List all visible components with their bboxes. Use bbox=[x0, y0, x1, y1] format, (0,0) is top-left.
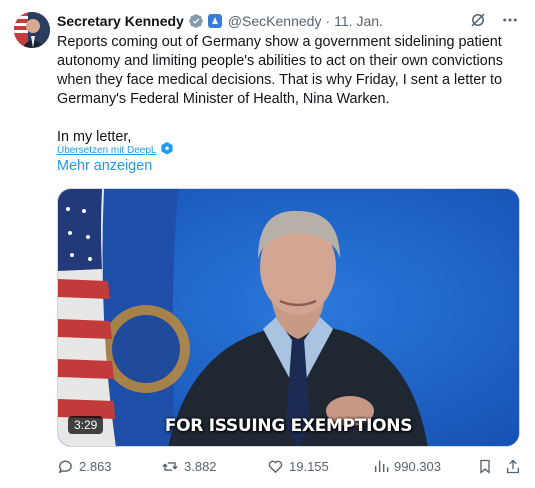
verified-badge-icon[interactable] bbox=[188, 13, 204, 29]
bookmark-icon[interactable] bbox=[477, 458, 493, 475]
share-icon[interactable] bbox=[505, 458, 521, 475]
author-handle[interactable]: @SecKennedy bbox=[228, 13, 322, 29]
post-header: Secretary Kennedy @SecKennedy · 11. Jan. bbox=[57, 11, 523, 31]
like-button[interactable]: 19.155 bbox=[267, 458, 329, 475]
reply-count: 2.863 bbox=[79, 459, 112, 474]
translate-link[interactable]: Übersetzen mit DeepL bbox=[57, 142, 173, 158]
video-caption: FOR ISSUING EXEMPTIONS bbox=[164, 416, 413, 436]
post-date[interactable]: 11. Jan. bbox=[334, 13, 383, 29]
grok-icon[interactable] bbox=[469, 11, 487, 32]
video-frame bbox=[58, 189, 519, 446]
reply-button[interactable]: 2.863 bbox=[57, 458, 112, 475]
deepl-icon bbox=[161, 142, 173, 158]
repost-button[interactable]: 3.882 bbox=[161, 458, 217, 475]
reply-icon[interactable] bbox=[57, 458, 74, 475]
post-text-line: autonomy and limiting people's abilities… bbox=[57, 53, 503, 69]
like-count: 19.155 bbox=[289, 459, 329, 474]
repost-icon[interactable] bbox=[161, 458, 179, 475]
share-button[interactable] bbox=[505, 458, 521, 475]
bookmark-button[interactable] bbox=[477, 458, 493, 475]
repost-count: 3.882 bbox=[184, 459, 217, 474]
views-button[interactable]: 990.303 bbox=[373, 458, 441, 474]
more-icon[interactable] bbox=[501, 11, 519, 32]
video-duration: 3:29 bbox=[68, 416, 104, 434]
views-count: 990.303 bbox=[394, 458, 441, 474]
tweet[interactable]: Secretary Kennedy @SecKennedy · 11. Jan.… bbox=[0, 0, 535, 488]
translate-label[interactable]: Übersetzen mit DeepL bbox=[57, 145, 157, 156]
post-text-line: when they face medical decisions. That i… bbox=[57, 72, 502, 88]
post-text: Reports coming out of Germany show a gov… bbox=[57, 33, 527, 147]
author-name[interactable]: Secretary Kennedy bbox=[57, 13, 184, 29]
like-icon[interactable] bbox=[267, 458, 284, 475]
views-icon[interactable] bbox=[373, 458, 389, 474]
post-text-line: Reports coming out of Germany show a gov… bbox=[57, 34, 502, 50]
show-more-link[interactable]: Mehr anzeigen bbox=[57, 158, 152, 174]
avatar[interactable] bbox=[14, 12, 50, 48]
post-text-line: Germany's Federal Minister of Health, Ni… bbox=[57, 91, 390, 107]
government-badge-icon[interactable] bbox=[207, 14, 222, 28]
separator-dot: · bbox=[325, 13, 331, 29]
video-player[interactable]: FOR ISSUING EXEMPTIONS 3:29 bbox=[57, 188, 520, 447]
action-bar: 2.863 3.882 19.155 990.303 bbox=[57, 458, 523, 476]
